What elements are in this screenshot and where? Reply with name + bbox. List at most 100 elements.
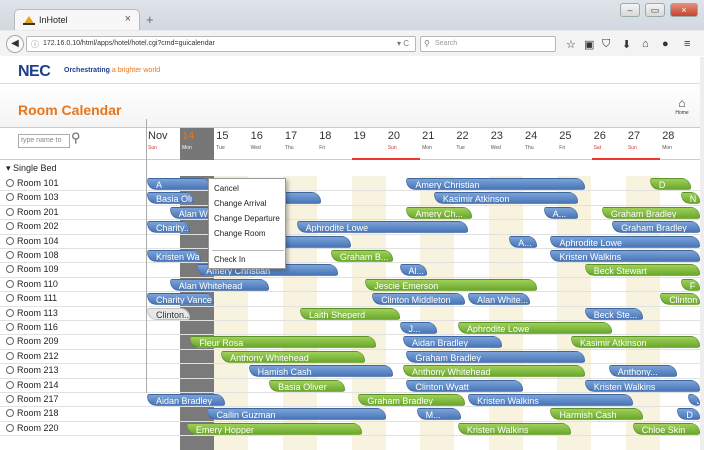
booking-bar[interactable]: Graham Bradley: [406, 350, 585, 363]
booking-bar[interactable]: Graham B...: [330, 250, 393, 262]
radio-icon[interactable]: [6, 193, 14, 202]
booking-bar[interactable]: Chloe Skin: [632, 422, 700, 435]
room-label[interactable]: Room 113: [6, 308, 58, 318]
room-label[interactable]: Room 202: [6, 221, 59, 231]
booking-bar[interactable]: Graham Bradley: [601, 206, 700, 219]
radio-icon[interactable]: [6, 251, 14, 259]
booking-bar[interactable]: Kristen Walkins: [468, 394, 633, 406]
radio-icon[interactable]: [6, 308, 14, 317]
booking-bar[interactable]: A...: [509, 235, 537, 248]
booking-bar[interactable]: Al...: [399, 264, 427, 277]
room-label[interactable]: Room 209: [6, 336, 59, 346]
room-label[interactable]: Room 104: [6, 236, 59, 246]
close-window-icon[interactable]: ×: [670, 3, 698, 17]
radio-icon[interactable]: [6, 323, 14, 331]
minimize-icon[interactable]: –: [620, 3, 640, 17]
booking-bar[interactable]: Jescie Emerson: [365, 278, 537, 291]
download-icon[interactable]: ⬇: [622, 38, 631, 51]
booking-bar[interactable]: Beck Ste...: [584, 307, 644, 320]
booking-bar[interactable]: A...: [543, 206, 578, 219]
booking-bar[interactable]: Hamish Cash: [248, 365, 393, 378]
booking-bar[interactable]: A: [147, 178, 211, 190]
booking-bar[interactable]: Alan White...: [468, 293, 530, 306]
radio-icon[interactable]: [6, 222, 14, 231]
booking-bar[interactable]: D: [649, 178, 692, 190]
home-browser-icon[interactable]: ⌂: [642, 38, 649, 50]
room-label[interactable]: Room 108: [6, 250, 59, 260]
booking-bar[interactable]: Aphrodite Lowe: [550, 235, 700, 248]
booking-bar[interactable]: Beck Stewart: [584, 264, 700, 277]
booking-bar[interactable]: M...: [416, 408, 462, 421]
magnifier-icon[interactable]: ⚲: [71, 130, 81, 146]
booking-bar[interactable]: J...: [399, 322, 438, 334]
radio-icon[interactable]: [6, 179, 14, 187]
radio-icon[interactable]: [6, 279, 14, 288]
radio-icon[interactable]: [6, 366, 14, 375]
room-label[interactable]: Room 109: [6, 264, 59, 274]
menu-item-change-departure[interactable]: Change Departure: [214, 214, 280, 223]
room-label[interactable]: Room 103: [6, 192, 59, 202]
booking-bar[interactable]: Clinton Wy: [660, 293, 700, 306]
booking-bar[interactable]: Graham Bradley: [612, 221, 700, 234]
radio-icon[interactable]: [6, 423, 14, 432]
bookmark-star-icon[interactable]: ☆: [566, 38, 576, 51]
booking-bar[interactable]: Cailin Guzman: [207, 408, 386, 421]
booking-bar[interactable]: Basia Oliver: [269, 379, 345, 392]
booking-bar[interactable]: Aidan Bradley: [402, 336, 503, 349]
room-label[interactable]: Room 116: [6, 322, 58, 332]
radio-icon[interactable]: [6, 380, 14, 389]
group-single-bed[interactable]: ▾ Single Bed: [6, 163, 57, 174]
menu-item-change-arrival[interactable]: Change Arrival: [214, 199, 266, 208]
booking-bar[interactable]: Emery Hopper: [186, 422, 362, 435]
reading-list-icon[interactable]: ▣: [584, 38, 594, 51]
room-label[interactable]: Room 217: [6, 394, 59, 404]
refresh-icon[interactable]: ▾ C: [397, 39, 409, 48]
booking-bar[interactable]: Basia Oliver: [147, 192, 194, 205]
scrollbar[interactable]: [700, 57, 704, 450]
address-bar[interactable]: ⓘ 172.16.0.10/html/apps/hotel/hotel.cgi?…: [26, 36, 416, 52]
booking-bar[interactable]: Laith Sheperd: [300, 307, 400, 320]
radio-icon[interactable]: [6, 409, 14, 418]
booking-bar[interactable]: Kristen Walkins: [550, 250, 700, 262]
restore-icon[interactable]: ▭: [645, 3, 665, 17]
browser-tab[interactable]: InHotel ×: [14, 9, 140, 30]
name-search-input[interactable]: type name to: [18, 134, 70, 148]
menu-item-cancel[interactable]: Cancel: [214, 184, 239, 193]
booking-bar[interactable]: Anthony Whitehead: [221, 350, 366, 363]
booking-bar[interactable]: Charity...: [147, 221, 191, 234]
booking-bar[interactable]: Clinton...: [147, 307, 191, 320]
booking-bar[interactable]: Kristen Walkin: [147, 250, 201, 262]
back-icon[interactable]: ◀: [6, 35, 24, 53]
booking-bar[interactable]: Graham Bradley: [358, 394, 465, 406]
booking-bar[interactable]: Amery Ch...: [406, 206, 472, 219]
booking-bar[interactable]: Clinton Wyatt: [406, 379, 523, 392]
radio-icon[interactable]: [6, 351, 14, 360]
room-label[interactable]: Room 218: [6, 408, 59, 418]
booking-bar[interactable]: Amery Christian: [406, 178, 585, 190]
booking-bar[interactable]: Anthony...: [608, 365, 678, 378]
menu-item-change-room[interactable]: Change Room: [214, 229, 266, 238]
booking-bar[interactable]: Harmish Cash: [550, 408, 644, 421]
menu-icon[interactable]: ≡: [684, 38, 690, 50]
booking-bar[interactable]: Clinton Middleton: [372, 293, 465, 306]
booking-bar[interactable]: Kasimir Atkinson: [571, 336, 700, 349]
radio-icon[interactable]: [6, 236, 14, 245]
chat-icon[interactable]: ●: [662, 38, 669, 50]
booking-bar[interactable]: D: [677, 408, 700, 421]
radio-icon[interactable]: [6, 265, 14, 274]
pocket-icon[interactable]: ⛉: [602, 38, 610, 51]
search-input[interactable]: ⚲ Search: [420, 36, 556, 52]
room-label[interactable]: Room 220: [6, 423, 59, 433]
menu-item-check-in[interactable]: Check In: [214, 255, 246, 264]
room-label[interactable]: Room 212: [6, 351, 59, 361]
tab-close-icon[interactable]: ×: [125, 13, 131, 25]
booking-bar[interactable]: Charity Vance: [147, 293, 215, 306]
home-button[interactable]: ⌂ Home: [672, 96, 692, 116]
booking-bar[interactable]: Aidan Bradley: [147, 394, 225, 406]
booking-bar[interactable]: Anthony Whitehead: [402, 365, 585, 378]
booking-bar[interactable]: Fleur Rosa: [190, 336, 376, 349]
radio-icon[interactable]: [6, 337, 14, 346]
new-tab-icon[interactable]: +: [146, 12, 166, 28]
booking-bar[interactable]: Aphrodite Lowe: [457, 322, 613, 334]
room-label[interactable]: Room 101: [6, 178, 59, 188]
